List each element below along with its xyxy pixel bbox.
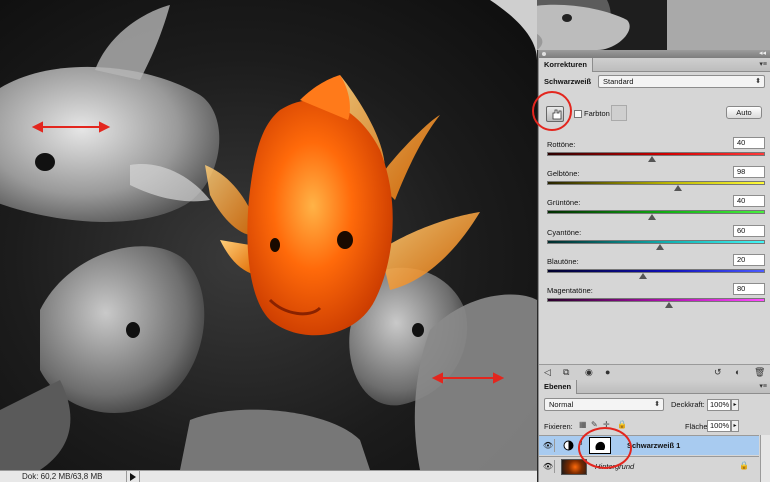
lock-transparency-icon[interactable]: ▦ <box>579 420 587 429</box>
close-icon[interactable] <box>542 52 546 56</box>
layers-scrollbar[interactable] <box>760 435 770 482</box>
slider-value-input[interactable]: 98 <box>733 166 765 178</box>
tab-korrekturen[interactable]: Korrekturen <box>539 58 593 72</box>
chevron-updown-icon: ⬍ <box>755 78 761 85</box>
photo-goldfish <box>0 0 537 470</box>
fill-input[interactable]: 100% <box>707 420 731 432</box>
slider-value-input[interactable]: 80 <box>733 283 765 295</box>
chevron-updown-icon: ⬍ <box>654 401 660 408</box>
slider-track[interactable] <box>547 152 765 156</box>
slider-blues: Blautöne: 20 <box>547 254 765 285</box>
slider-thumb[interactable] <box>638 273 647 279</box>
back-arrow-icon[interactable]: ◁ <box>544 367 551 377</box>
clip-to-layer-icon[interactable]: ⧉ <box>563 367 569 377</box>
slider-label: Blautöne: <box>547 257 579 266</box>
eye-icon[interactable]: 👁 <box>542 439 555 452</box>
slider-track[interactable] <box>547 298 765 302</box>
opacity-label: Deckkraft: <box>671 400 705 409</box>
lock-label: Fixieren: <box>544 422 573 431</box>
lock-icon: 🔒 <box>739 461 749 470</box>
document-size: Dok: 60,2 MB/63,8 MB <box>22 472 103 481</box>
trash-icon[interactable]: 🗑 <box>754 367 765 377</box>
slider-thumb[interactable] <box>665 302 674 308</box>
slider-cyans: Cyantöne: 60 <box>547 225 765 256</box>
opacity-arrow-icon[interactable]: ▸ <box>731 399 739 411</box>
slider-reds: Rottöne: 40 <box>547 137 765 168</box>
slider-yellows: Gelbtöne: 98 <box>547 166 765 197</box>
blend-mode-dropdown[interactable]: Normal ⬍ <box>544 398 664 411</box>
slider-track[interactable] <box>547 269 765 273</box>
slider-value-input[interactable]: 40 <box>733 195 765 207</box>
adjustments-panel: ◂◂ Korrekturen ▾≡ Schwarzweiß Standard ⬍… <box>538 50 770 380</box>
adjustments-tabbar: Korrekturen ▾≡ <box>539 58 770 72</box>
slider-label: Grüntöne: <box>547 198 581 207</box>
tab-ebenen[interactable]: Ebenen <box>539 380 578 394</box>
panel-menu-icon[interactable]: ▾≡ <box>759 61 767 69</box>
slider-label: Magentatöne: <box>547 286 593 295</box>
lock-all-icon[interactable]: 🔒 <box>617 420 627 429</box>
panel-menu-icon[interactable]: ▾≡ <box>759 383 767 391</box>
layers-tabbar: Ebenen ▾≡ <box>539 380 770 394</box>
fill-label: Fläche: <box>685 422 710 431</box>
layer-thumbnail <box>561 459 587 475</box>
reset-default-icon[interactable]: ◐ <box>735 367 740 377</box>
layer-row-hintergrund[interactable]: 👁 Hintergrund 🔒 <box>539 456 759 476</box>
slider-thumb[interactable] <box>656 244 665 250</box>
divider <box>139 471 140 482</box>
slider-label: Gelbtöne: <box>547 169 580 178</box>
visibility-icon[interactable]: ◉ <box>585 367 593 377</box>
status-menu-arrow-icon[interactable] <box>130 473 136 481</box>
eye-icon[interactable]: 👁 <box>542 460 555 473</box>
adjustment-layer-icon <box>563 440 574 451</box>
annotation-circle-hand-tool <box>532 91 572 131</box>
slider-track[interactable] <box>547 210 765 214</box>
slider-value-input[interactable]: 20 <box>733 254 765 266</box>
tint-label: Farbton <box>584 109 610 118</box>
status-bar: Dok: 60,2 MB/63,8 MB <box>0 470 537 482</box>
slider-label: Cyantöne: <box>547 228 582 237</box>
layer-name[interactable]: Schwarzweiß 1 <box>627 441 680 450</box>
tint-color-swatch[interactable] <box>611 105 627 121</box>
opacity-input[interactable]: 100% <box>707 399 731 411</box>
workspace-background <box>667 0 770 50</box>
collapse-icon[interactable]: ◂◂ <box>759 50 766 58</box>
annotation-circle-mask <box>578 427 632 469</box>
adjustment-type-label: Schwarzweiß <box>544 77 592 86</box>
slider-magentas: Magentatöne: 80 <box>547 283 765 314</box>
tint-checkbox[interactable] <box>574 110 582 118</box>
slider-thumb[interactable] <box>647 214 656 220</box>
divider <box>126 471 127 482</box>
preset-value: Standard <box>603 77 634 86</box>
view-previous-icon[interactable]: ● <box>605 367 610 377</box>
preset-dropdown[interactable]: Standard ⬍ <box>598 75 765 88</box>
slider-track[interactable] <box>547 181 765 185</box>
slider-value-input[interactable]: 40 <box>733 137 765 149</box>
panel-title-bar[interactable]: ◂◂ <box>539 50 770 58</box>
reset-icon[interactable]: ↺ <box>714 367 722 377</box>
slider-label: Rottöne: <box>547 140 576 149</box>
slider-thumb[interactable] <box>647 156 656 162</box>
slider-thumb[interactable] <box>673 185 682 191</box>
fill-arrow-icon[interactable]: ▸ <box>731 420 739 432</box>
slider-greens: Grüntöne: 40 <box>547 195 765 226</box>
layers-panel: Ebenen ▾≡ Normal ⬍ Deckkraft: 100% ▸ Fix… <box>538 380 770 482</box>
document-canvas[interactable] <box>0 0 537 470</box>
layer-row-schwarzweiss[interactable]: 👁 8 Schwarzweiß 1 <box>539 435 759 455</box>
adjustments-footer: ◁ ⧉ ◉ ● ↺ ◐ 🗑 <box>539 364 770 380</box>
blend-mode-value: Normal <box>549 400 574 409</box>
auto-button[interactable]: Auto <box>726 106 762 119</box>
slider-value-input[interactable]: 60 <box>733 225 765 237</box>
